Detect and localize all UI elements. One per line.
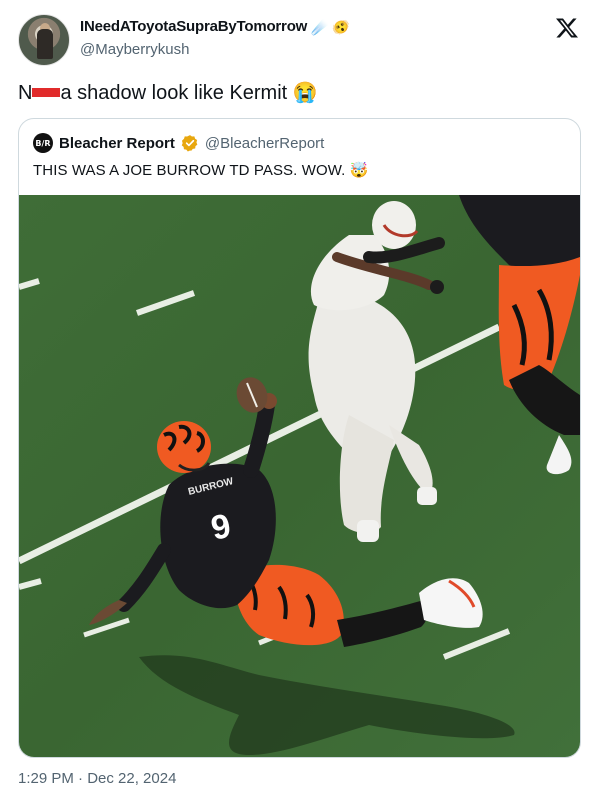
football-photo: 9 BURROW [19,195,580,757]
verified-badge-icon [181,135,198,152]
tweet-header: INeedAToyotaSupraByTomorrow ☄️ 🫨 @Mayber… [18,14,581,68]
loudly-crying-emoji: 😭 [292,82,318,104]
tweet-timestamp[interactable]: 1:29 PM · Dec 22, 2024 [18,770,176,787]
exploding-head-emoji: 🤯 [349,162,369,179]
redaction-mark [32,88,61,98]
author-display-name[interactable]: INeedAToyotaSupraByTomorrow ☄️ 🫨 [80,18,350,35]
tweet-text-prefix: N [18,82,33,104]
quote-author-handle[interactable]: @BleacherReport [205,135,324,152]
field-turf [19,195,580,757]
quote-text: THIS WAS A JOE BURROW TD PASS. WOW. 🤯 [33,161,368,179]
display-name-text: INeedAToyotaSupraByTomorrow [80,18,308,35]
quote-text-body: THIS WAS A JOE BURROW TD PASS. WOW. [33,162,346,179]
quote-header: B/R Bleacher Report @BleacherReport [33,133,324,153]
tweet-text-suffix: a shadow look like Kermit [60,82,288,104]
author-handle[interactable]: @Mayberrykush [80,41,350,58]
quote-tweet[interactable]: B/R Bleacher Report @BleacherReport THIS… [18,118,581,758]
avatar-figure [37,29,53,59]
shaking-face-emoji: 🫨 [332,18,350,35]
quote-media-image[interactable]: 9 BURROW [19,195,580,757]
tweet-card: INeedAToyotaSupraByTomorrow ☄️ 🫨 @Mayber… [0,0,599,805]
author-names: INeedAToyotaSupraByTomorrow ☄️ 🫨 @Mayber… [80,18,350,58]
tweet-text: Na shadow look like Kermit 😭 [18,80,318,106]
quote-author-name[interactable]: Bleacher Report [59,135,175,152]
comet-emoji: ☄️ [311,18,329,35]
x-logo-icon[interactable] [555,16,579,40]
avatar[interactable] [18,14,70,66]
bleacher-report-avatar[interactable]: B/R [33,133,53,153]
